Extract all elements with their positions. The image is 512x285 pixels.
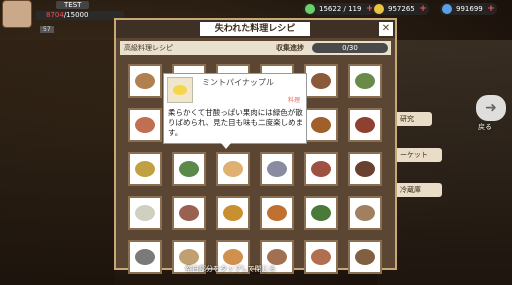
dish-icon (267, 161, 287, 177)
avatar[interactable] (2, 0, 32, 28)
dish-icon (355, 205, 375, 221)
fridge-button[interactable]: 冷蔵庫 (392, 183, 442, 197)
dish-icon (267, 205, 287, 221)
dish-icon (179, 205, 199, 221)
recipe-slot[interactable] (216, 152, 250, 186)
research-button[interactable]: 研究 (392, 112, 432, 126)
dish-icon (179, 161, 199, 177)
recipe-slot[interactable] (304, 240, 338, 274)
recipe-slot[interactable] (128, 108, 162, 142)
dish-icon (355, 73, 375, 89)
dish-icon (179, 249, 199, 265)
back-arrow-icon[interactable]: ➜ (476, 95, 506, 121)
dish-icon (311, 249, 331, 265)
recipe-name: ミントパイナップル (202, 78, 274, 87)
dish-icon (311, 161, 331, 177)
coin-icon (374, 4, 384, 14)
recipe-slot[interactable] (128, 240, 162, 274)
progress-label: 収集進捗 (276, 44, 304, 52)
dish-icon (223, 161, 243, 177)
dish-icon (267, 249, 287, 265)
recipe-slot[interactable] (216, 196, 250, 230)
recipe-slot[interactable] (348, 240, 382, 274)
recipe-slot[interactable] (348, 152, 382, 186)
gem-counter[interactable]: 991699 + (440, 3, 497, 15)
energy-bar: 8704/15000 (36, 11, 124, 20)
recipe-slot[interactable] (348, 196, 382, 230)
stamina-counter[interactable]: 15622 / 119 + (303, 3, 376, 15)
recipe-slot[interactable] (260, 152, 294, 186)
coin-value: 957265 (388, 5, 415, 13)
stamina-icon (305, 4, 315, 14)
stamina-value: 15622 / 119 (319, 5, 362, 13)
dish-icon (355, 117, 375, 133)
recipe-slot[interactable] (304, 196, 338, 230)
plus-icon[interactable]: + (487, 3, 495, 15)
dish-icon (135, 249, 155, 265)
footer-hint: 空白部分をタップして閉じる (185, 265, 276, 273)
recipe-slot[interactable] (260, 196, 294, 230)
dish-icon (355, 249, 375, 265)
recipe-description: 柔らかくて甘酸っぱい果肉には緑色が散りばめられ、見た目も味も二度楽しめます。 (168, 108, 304, 137)
dish-icon (355, 161, 375, 177)
recipe-slot[interactable] (128, 64, 162, 98)
player-name: TEST (56, 1, 90, 9)
dish-icon (223, 205, 243, 221)
recipe-slot[interactable] (128, 196, 162, 230)
modal-header: 高級料理レシピ 収集進捗 0/30 (120, 41, 391, 55)
modal-title: 失われた料理レシピ (200, 22, 310, 36)
recipe-slot[interactable] (348, 64, 382, 98)
energy-total: /15000 (63, 11, 89, 19)
recipe-type: 料理 (287, 97, 300, 104)
gem-icon (442, 4, 452, 14)
dish-icon (311, 73, 331, 89)
recipe-slot[interactable] (348, 108, 382, 142)
energy-current: 8704 (46, 11, 64, 19)
recipe-tooltip: ミントパイナップル 料理 柔らかくて甘酸っぱい果肉には緑色が散りばめられ、見た目… (163, 73, 307, 149)
dish-icon (223, 249, 243, 265)
coin-counter[interactable]: 957265 + (372, 3, 429, 15)
gem-value: 991699 (456, 5, 483, 13)
recipe-slot[interactable] (304, 108, 338, 142)
level-badge: 57 (40, 26, 54, 33)
dish-icon (135, 73, 155, 89)
recipe-slot[interactable] (304, 64, 338, 98)
dish-icon (167, 77, 193, 103)
modal-title-bar: 失われた料理レシピ ✕ (116, 20, 395, 38)
category-label: 高級料理レシピ (124, 44, 173, 52)
recipe-modal: 失われた料理レシピ ✕ 高級料理レシピ 収集進捗 0/30 (114, 18, 397, 274)
dish-icon (135, 117, 155, 133)
market-button[interactable]: ーケット (392, 148, 442, 162)
dish-icon (135, 205, 155, 221)
plus-icon[interactable]: + (419, 3, 427, 15)
back-label: 戻る (478, 123, 492, 131)
dish-icon (135, 161, 155, 177)
dish-icon (311, 117, 331, 133)
progress-bar: 0/30 (312, 43, 388, 53)
recipe-slot[interactable] (172, 152, 206, 186)
dish-icon (311, 205, 331, 221)
close-icon[interactable]: ✕ (379, 22, 393, 36)
recipe-slot[interactable] (304, 152, 338, 186)
recipe-slot[interactable] (172, 196, 206, 230)
recipe-slot[interactable] (128, 152, 162, 186)
